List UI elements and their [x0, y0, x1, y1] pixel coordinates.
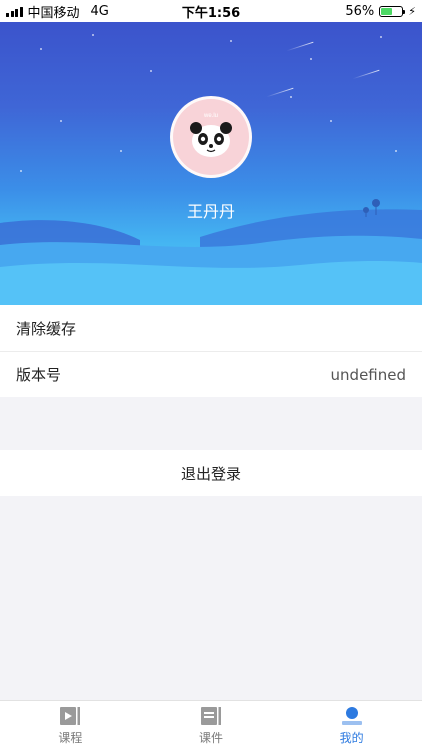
profile-header: we.lu 王丹丹 [0, 0, 422, 305]
avatar[interactable]: we.lu [170, 96, 252, 178]
avatar-caption: we.lu [203, 113, 218, 119]
document-icon [201, 706, 221, 725]
settings-list: 清除缓存 版本号 undefined [0, 305, 422, 397]
charging-icon: ⚡ [408, 4, 416, 18]
clear-cache-item[interactable]: 清除缓存 [0, 305, 422, 351]
network-label: 4G [90, 3, 109, 19]
logout-button[interactable]: 退出登录 [0, 450, 422, 496]
signal-icon [6, 6, 23, 17]
status-left: 中国移动 4G [6, 2, 109, 21]
status-right: 56% ⚡ [345, 4, 416, 19]
person-icon [341, 706, 362, 725]
version-item: 版本号 undefined [0, 351, 422, 397]
status-time: 下午1:56 [181, 5, 241, 21]
tab-materials-label: 课件 [199, 730, 224, 745]
play-video-icon [60, 706, 81, 725]
battery-icon [379, 5, 406, 17]
tab-mine-label: 我的 [339, 730, 364, 745]
carrier-label: 中国移动 [27, 5, 80, 21]
tab-courses[interactable]: 课程 [0, 701, 141, 750]
tab-bar: 课程 课件 我的 [0, 700, 422, 750]
clear-cache-label: 清除缓存 [16, 319, 77, 338]
version-label: 版本号 [16, 366, 62, 384]
panda-avatar-icon: we.lu [190, 113, 232, 157]
tab-materials[interactable]: 课件 [141, 701, 282, 750]
battery-percent: 56% [345, 3, 375, 19]
username: 王丹丹 [186, 202, 235, 221]
status-bar: 中国移动 4G 下午1:56 56% ⚡ [0, 0, 422, 22]
tab-courses-label: 课程 [58, 730, 83, 745]
tab-mine[interactable]: 我的 [281, 701, 422, 750]
version-value: undefined [330, 365, 406, 384]
